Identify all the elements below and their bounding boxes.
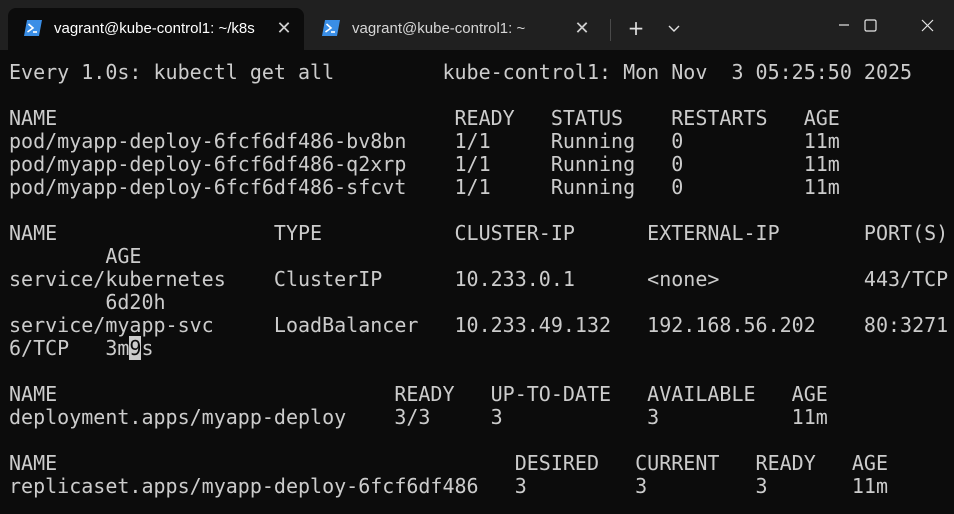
- tab-k8s[interactable]: vagrant@kube-control1: ~/k8s ✕: [8, 8, 304, 50]
- watch-header-line: Every 1.0s: kubectl get all kube-control…: [9, 60, 913, 84]
- powershell-icon: [322, 20, 340, 36]
- service-row: service/myapp-svc LoadBalancer 10.233.49…: [9, 313, 949, 337]
- text-cursor: 9: [129, 336, 142, 360]
- tab-title: vagrant@kube-control1: ~: [352, 20, 526, 37]
- terminal-window: vagrant@kube-control1: ~/k8s ✕ vagrant@k…: [0, 0, 954, 514]
- service-row-wrap-with-cursor: 6/TCP 3m9s: [9, 336, 154, 360]
- pod-row: pod/myapp-deploy-6fcf6df486-sfcvt 1/1 Ru…: [9, 175, 840, 199]
- cursor-line-after: s: [141, 336, 154, 360]
- powershell-icon: [24, 20, 42, 36]
- services-header-wrap: AGE: [9, 244, 142, 268]
- maximize-icon: [864, 19, 877, 32]
- maximize-button[interactable]: [846, 0, 894, 50]
- service-row-wrap: 6d20h: [9, 290, 166, 314]
- pod-row: pod/myapp-deploy-6fcf6df486-bv8bn 1/1 Ru…: [9, 129, 840, 153]
- deployments-header-line: NAME READY UP-TO-DATE AVAILABLE AGE: [9, 382, 828, 406]
- cursor-line-before: 6/TCP 3m: [9, 336, 130, 360]
- pod-row: pod/myapp-deploy-6fcf6df486-q2xrp 1/1 Ru…: [9, 152, 840, 176]
- service-row: service/kubernetes ClusterIP 10.233.0.1 …: [9, 267, 949, 291]
- tab-home[interactable]: vagrant@kube-control1: ~ ✕: [308, 8, 608, 50]
- close-tab-icon[interactable]: ✕: [272, 17, 296, 41]
- tab-title: vagrant@kube-control1: ~/k8s: [54, 20, 255, 37]
- new-tab-button[interactable]: +: [622, 14, 650, 42]
- terminal-output[interactable]: Every 1.0s: kubectl get all kube-control…: [9, 61, 949, 511]
- services-header-line: NAME TYPE CLUSTER-IP EXTERNAL-IP PORT(S): [9, 221, 949, 245]
- close-icon: [921, 19, 934, 32]
- close-tab-icon[interactable]: ✕: [570, 17, 594, 41]
- chevron-down-icon: [668, 25, 680, 32]
- profile-dropdown-button[interactable]: [660, 14, 688, 42]
- replicasets-header-line: NAME DESIRED CURRENT READY AGE: [9, 451, 888, 475]
- close-window-button[interactable]: [904, 0, 952, 50]
- replicaset-row: replicaset.apps/myapp-deploy-6fcf6df486 …: [9, 474, 888, 498]
- pods-header-line: NAME READY STATUS RESTARTS AGE: [9, 106, 840, 130]
- tab-divider: [610, 19, 611, 41]
- tab-bar: vagrant@kube-control1: ~/k8s ✕ vagrant@k…: [0, 0, 954, 50]
- deployment-row: deployment.apps/myapp-deploy 3/3 3 3 11m: [9, 405, 828, 429]
